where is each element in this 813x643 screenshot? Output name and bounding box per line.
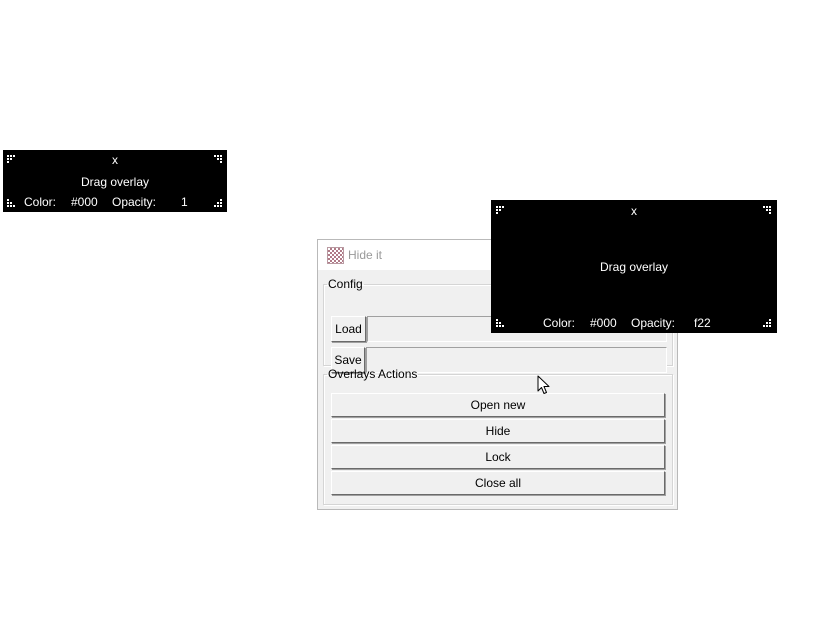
- overlays-actions-group: Overlays Actions Open new Hide Lock Clos…: [323, 367, 673, 505]
- drag-overlay-label[interactable]: Drag overlay: [491, 260, 777, 274]
- overlay-close-button[interactable]: x: [491, 204, 777, 218]
- window-title: Hide it: [348, 248, 383, 262]
- overlay-close-button[interactable]: x: [3, 153, 227, 167]
- overlay-window[interactable]: x Drag overlay Color: #000 Opacity: 1: [3, 150, 227, 212]
- overlay-status-bar: Color: #000 Opacity: 1: [3, 195, 227, 209]
- overlays-actions-legend: Overlays Actions: [328, 367, 418, 381]
- open-new-button[interactable]: Open new: [331, 393, 665, 417]
- drag-overlay-label[interactable]: Drag overlay: [3, 175, 227, 189]
- color-value[interactable]: #000: [71, 195, 98, 209]
- opacity-value[interactable]: f22: [694, 316, 711, 330]
- app-icon: [327, 247, 344, 264]
- opacity-label: Opacity:: [112, 195, 157, 209]
- color-label: Color:: [24, 195, 57, 209]
- lock-button[interactable]: Lock: [331, 445, 665, 469]
- overlay-status-bar: Color: #000 Opacity: f22: [491, 316, 777, 330]
- opacity-label: Opacity:: [631, 316, 676, 330]
- config-legend: Config: [328, 277, 363, 291]
- load-button[interactable]: Load: [331, 316, 366, 342]
- opacity-value[interactable]: 1: [181, 195, 188, 209]
- color-label: Color:: [543, 316, 576, 330]
- color-value[interactable]: #000: [590, 316, 617, 330]
- overlay-window[interactable]: x Drag overlay Color: #000 Opacity: f22: [491, 200, 777, 333]
- mouse-cursor-icon: [537, 375, 550, 394]
- close-all-button[interactable]: Close all: [331, 471, 665, 495]
- hide-button[interactable]: Hide: [331, 419, 665, 443]
